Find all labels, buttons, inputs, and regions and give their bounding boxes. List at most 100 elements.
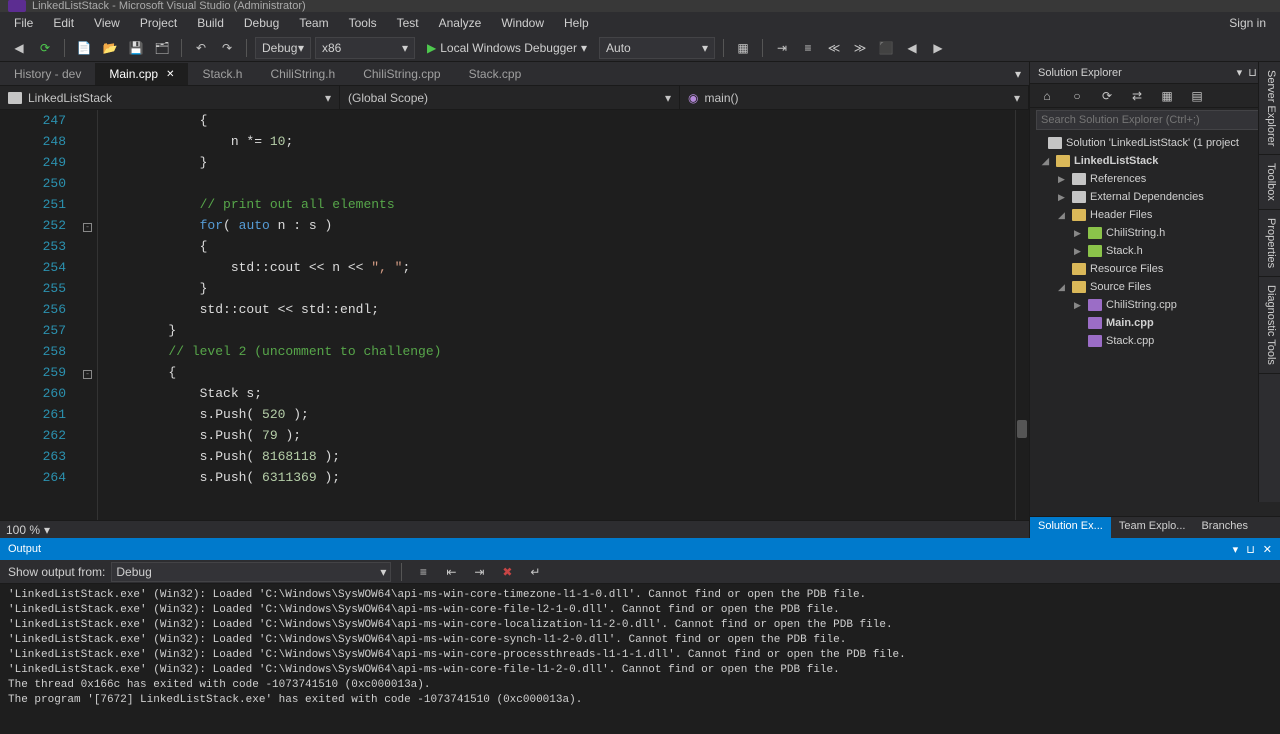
menu-edit[interactable]: Edit	[43, 13, 84, 33]
solution-search	[1030, 108, 1280, 132]
show-all-icon[interactable]: ▦	[1156, 85, 1178, 107]
output-header[interactable]: Output ▾ ⊔ ✕	[0, 538, 1280, 560]
nav-project-dropdown[interactable]: LinkedListStack▾	[0, 86, 340, 109]
doc-tab-Main-cpp[interactable]: Main.cpp✕	[95, 63, 188, 85]
indent-right-icon[interactable]: ≫	[849, 37, 871, 59]
tree-item[interactable]: ◢LinkedListStack	[1030, 152, 1280, 170]
solution-search-input[interactable]	[1036, 110, 1274, 130]
nav-scope-dropdown[interactable]: (Global Scope)▾	[340, 86, 680, 109]
tab-close-icon[interactable]: ✕	[166, 69, 174, 80]
indent-icon[interactable]: ≡	[797, 37, 819, 59]
doc-tab-ChiliString-cpp[interactable]: ChiliString.cpp	[349, 63, 454, 85]
editor-scrollbar[interactable]	[1015, 110, 1029, 520]
collapse-icon[interactable]: ⇄	[1126, 85, 1148, 107]
undo-icon[interactable]: ↶	[190, 37, 212, 59]
open-file-icon[interactable]: 📂	[99, 37, 121, 59]
output-source-dropdown[interactable]: Debug▾	[111, 562, 391, 582]
rail-server-explorer[interactable]: Server Explorer	[1259, 62, 1280, 155]
solution-tree[interactable]: Solution 'LinkedListStack' (1 project◢Li…	[1030, 132, 1280, 516]
zoom-dropdown-icon[interactable]: ▾	[44, 523, 50, 537]
output-dropdown-icon[interactable]: ▾	[1233, 543, 1239, 556]
scroll-thumb[interactable]	[1017, 420, 1027, 438]
menu-test[interactable]: Test	[387, 13, 429, 33]
redo-icon[interactable]: ↷	[216, 37, 238, 59]
tree-item[interactable]: ▶Stack.h	[1030, 242, 1280, 260]
save-icon[interactable]: 💾	[125, 37, 147, 59]
platform-dropdown[interactable]: x86▾	[315, 37, 415, 59]
refresh-icon[interactable]: ⟳	[1096, 85, 1118, 107]
tree-item[interactable]: Stack.cpp	[1030, 332, 1280, 350]
panel-pin-icon[interactable]: ⊔	[1248, 66, 1257, 79]
output-text[interactable]: 'LinkedListStack.exe' (Win32): Loaded 'C…	[0, 584, 1280, 734]
panel-dropdown-icon[interactable]: ▾	[1237, 66, 1243, 79]
step-icon[interactable]: ⇥	[771, 37, 793, 59]
indent-left-icon[interactable]: ≪	[823, 37, 845, 59]
tree-item[interactable]: ◢Header Files	[1030, 206, 1280, 224]
tab-team-explorer[interactable]: Team Explo...	[1111, 517, 1194, 538]
doc-tab-Stack-h[interactable]: Stack.h	[188, 63, 256, 85]
rail-toolbox[interactable]: Toolbox	[1259, 155, 1280, 210]
tree-item[interactable]: Solution 'LinkedListStack' (1 project	[1030, 134, 1280, 152]
tree-item[interactable]: Main.cpp	[1030, 314, 1280, 332]
start-debugger-button[interactable]: ▶ Local Windows Debugger ▾	[419, 37, 595, 59]
menu-help[interactable]: Help	[554, 13, 599, 33]
output-clear-icon[interactable]: ✖	[496, 561, 518, 583]
doc-tab-ChiliString-h[interactable]: ChiliString.h	[256, 63, 349, 85]
menu-project[interactable]: Project	[130, 13, 187, 33]
tree-item[interactable]: ▶ChiliString.cpp	[1030, 296, 1280, 314]
menu-file[interactable]: File	[4, 13, 43, 33]
output-find-icon[interactable]: ≡	[412, 561, 434, 583]
menu-view[interactable]: View	[84, 13, 130, 33]
prev-bookmark-icon[interactable]: ◀	[901, 37, 923, 59]
tab-solution-explorer[interactable]: Solution Ex...	[1030, 517, 1111, 538]
h-icon	[1088, 245, 1102, 257]
tree-item[interactable]: Resource Files	[1030, 260, 1280, 278]
output-pin-icon[interactable]: ⊔	[1246, 543, 1255, 556]
menu-build[interactable]: Build	[187, 13, 234, 33]
output-close-icon[interactable]: ✕	[1263, 543, 1272, 556]
output-prev-icon[interactable]: ⇤	[440, 561, 462, 583]
back-nav-icon[interactable]: ◀	[8, 37, 30, 59]
next-bookmark-icon[interactable]: ▶	[927, 37, 949, 59]
scope-icon[interactable]: ○	[1066, 85, 1088, 107]
tree-item[interactable]: ▶ChiliString.h	[1030, 224, 1280, 242]
tabs-dropdown-icon[interactable]: ▾	[1007, 63, 1029, 85]
solution-explorer-header[interactable]: Solution Explorer ▾ ⊔ ✕	[1030, 62, 1280, 84]
home-icon[interactable]: ⌂	[1036, 85, 1058, 107]
rail-properties[interactable]: Properties	[1259, 210, 1280, 277]
menu-window[interactable]: Window	[491, 13, 554, 33]
solution-toolbar: ⌂ ○ ⟳ ⇄ ▦ ▤	[1030, 84, 1280, 108]
doc-tab-Stack-cpp[interactable]: Stack.cpp	[455, 63, 536, 85]
new-file-icon[interactable]: 📄	[73, 37, 95, 59]
menu-tools[interactable]: Tools	[339, 13, 387, 33]
output-wrap-icon[interactable]: ↵	[524, 561, 546, 583]
auto-dropdown[interactable]: Auto▾	[599, 37, 715, 59]
signin-link[interactable]: Sign in	[1219, 13, 1276, 33]
bookmark-icon[interactable]: ⬛	[875, 37, 897, 59]
history-tab[interactable]: History - dev	[0, 63, 95, 85]
menu-debug[interactable]: Debug	[234, 13, 289, 33]
menu-team[interactable]: Team	[289, 13, 338, 33]
toggle-icon[interactable]: ▦	[732, 37, 754, 59]
fold-column[interactable]: --	[78, 110, 98, 520]
code-editor[interactable]: 2472482492502512522532542552562572582592…	[0, 110, 1029, 520]
side-panel-tabs: Solution Ex... Team Explo... Branches	[1030, 516, 1280, 538]
rail-diagnostic[interactable]: Diagnostic Tools	[1259, 277, 1280, 374]
menu-analyze[interactable]: Analyze	[429, 13, 492, 33]
editor-area: History - dev Main.cpp✕Stack.hChiliStrin…	[0, 62, 1030, 538]
code-content[interactable]: { n *= 10; } // print out all elements f…	[98, 110, 1029, 520]
save-all-icon[interactable]: 🗂	[151, 37, 173, 59]
properties-icon[interactable]: ▤	[1186, 85, 1208, 107]
forward-nav-icon[interactable]: ⟳	[34, 37, 56, 59]
zoom-level[interactable]: 100 %	[6, 523, 40, 537]
nav-function-dropdown[interactable]: ◉main()▾	[680, 86, 1029, 109]
tab-branches[interactable]: Branches	[1193, 517, 1255, 538]
output-next-icon[interactable]: ⇥	[468, 561, 490, 583]
cpp-icon	[1088, 299, 1102, 311]
tree-item[interactable]: ◢Source Files	[1030, 278, 1280, 296]
window-title: LinkedListStack - Microsoft Visual Studi…	[32, 0, 306, 12]
tree-item[interactable]: ▶References	[1030, 170, 1280, 188]
config-dropdown[interactable]: Debug▾	[255, 37, 311, 59]
file-icon	[1072, 191, 1086, 203]
tree-item[interactable]: ▶External Dependencies	[1030, 188, 1280, 206]
